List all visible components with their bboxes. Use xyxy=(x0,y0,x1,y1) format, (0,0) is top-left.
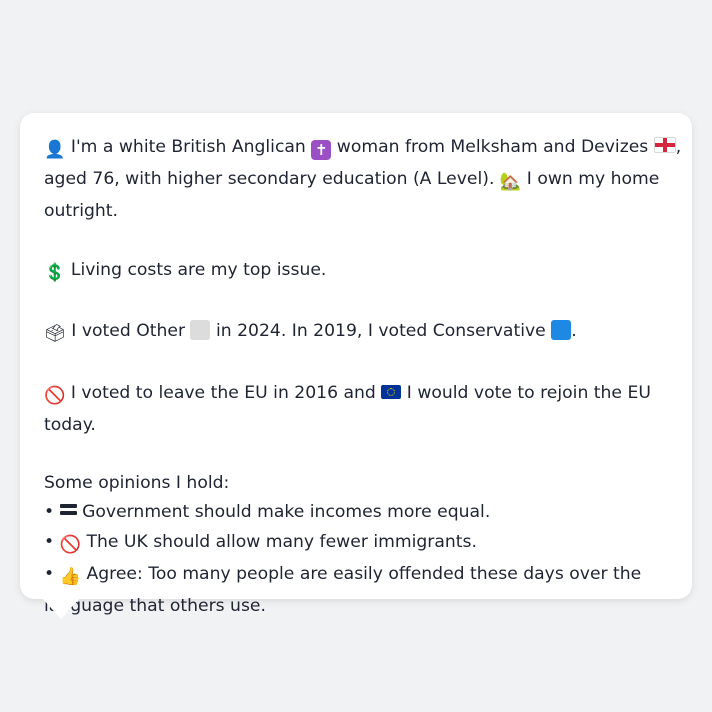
opinion-item: • 👍 Agree: Too many people are easily of… xyxy=(44,563,642,587)
profile-speech-bubble: 👤 I'm a white British Anglican ✝ woman f… xyxy=(20,113,692,616)
thumbs-up-icon: 👍 xyxy=(59,566,82,587)
opinion-text: Government should make incomes more equa… xyxy=(82,502,491,523)
ballot-box-icon: 🗳 xyxy=(44,324,66,345)
opinion-text: The UK should allow many fewer immigrant… xyxy=(86,531,477,552)
eu-paragraph: 🚫 I voted to leave the EU in 2016 and I … xyxy=(44,379,668,440)
vote-text-2: in 2024. In 2019, I voted Conservative xyxy=(215,321,546,342)
speech-bubble-tail xyxy=(42,598,80,619)
opinion-text: Agree: Too many people are easily offend… xyxy=(86,563,642,584)
opinion-item: • 🚫 The UK should allow many fewer immig… xyxy=(44,531,477,555)
vote-text-3: . xyxy=(571,321,577,342)
bullet: • xyxy=(44,531,55,552)
intro-comma: , xyxy=(675,137,682,157)
opinion-item: • Government should make incomes more eq… xyxy=(44,502,490,522)
conservative-color-square xyxy=(551,320,572,341)
vote-text-1: I voted Other xyxy=(71,321,186,342)
intro-text-2: woman from Melksham and Devizes xyxy=(336,137,649,157)
intro-text-5: I own my home xyxy=(526,169,660,190)
latin-cross-icon: ✝ xyxy=(311,140,332,160)
opinions-heading: Some opinions I hold: xyxy=(44,473,230,494)
intro-text-6: outright. xyxy=(44,201,118,222)
equals-icon xyxy=(59,503,77,517)
dollar-sign-icon: 💲 xyxy=(44,262,66,283)
eu-text-1: I voted to leave the EU in 2016 and xyxy=(70,382,376,403)
bullet: • xyxy=(44,502,55,523)
person-silhouette-icon: 👤 xyxy=(44,140,66,160)
england-flag-icon xyxy=(653,137,676,153)
prohibited-icon: 🚫 xyxy=(44,385,66,406)
bullet: • xyxy=(44,563,55,584)
top-issue-paragraph: 💲 Living costs are my top issue. xyxy=(44,256,668,288)
intro-text-4: aged 76, with higher secondary education… xyxy=(44,169,495,190)
eu-flag-icon xyxy=(381,384,402,399)
house-icon: 🏡 xyxy=(499,172,522,193)
prohibited-icon: 🚫 xyxy=(59,534,82,555)
other-party-color-square xyxy=(190,320,211,341)
intro-text-1: I'm a white British Anglican xyxy=(70,137,306,157)
voting-paragraph: 🗳 I voted Other in 2024. In 2019, I vote… xyxy=(44,317,668,349)
top-issue-text: Living costs are my top issue. xyxy=(70,259,327,280)
intro-paragraph: 👤 I'm a white British Anglican ✝ woman f… xyxy=(44,133,681,227)
opinions-section: Some opinions I hold: • Government shoul… xyxy=(44,469,668,621)
